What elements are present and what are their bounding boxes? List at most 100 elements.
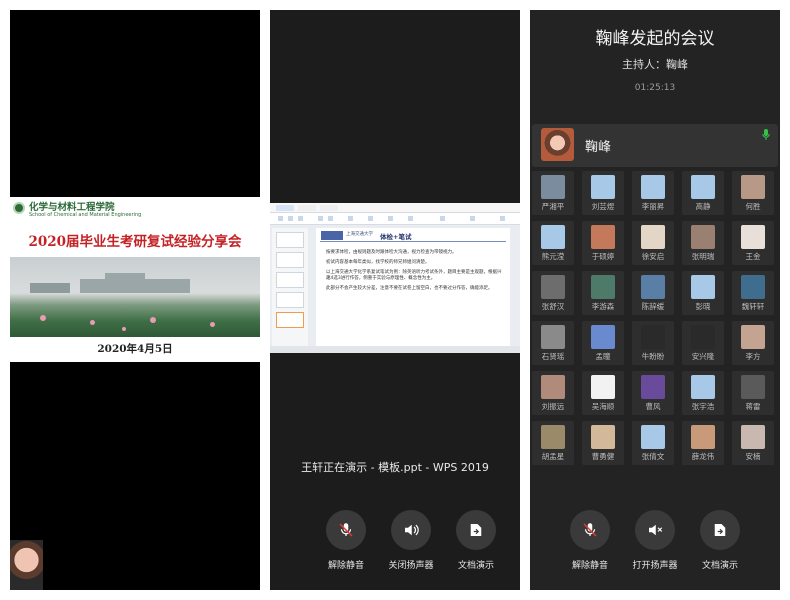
bullet-item: 按要求体检，由规则题及时跟体检大沟通，视力检查为带镜视力。 [326,250,457,255]
avatar [591,175,615,199]
participant-name: 彭晓 [695,302,711,311]
participant-tile[interactable]: 石贤瑶 [532,321,574,365]
avatar [591,425,615,449]
avatar [741,275,765,299]
speaker-icon [405,524,419,536]
speaker-on-button[interactable]: 打开扬声器 [625,510,685,571]
participant-tile[interactable]: 严湘平 [532,171,574,215]
participant-name: 高静 [695,202,711,211]
avatar [641,225,665,249]
wps-title-bar [270,203,520,213]
slide-date: 2020年4月5日 [97,343,173,355]
participant-tile[interactable]: 徐安启 [632,221,674,265]
avatar [741,225,765,249]
participant-tile[interactable]: 李游森 [582,271,624,315]
unmute-button[interactable]: 解除静音 [316,510,376,571]
avatar [541,325,565,349]
participant-tile[interactable]: 陈辞缓 [632,271,674,315]
participant-name: 王金 [745,252,761,261]
participant-tile[interactable]: 熊元滢 [532,221,574,265]
avatar [691,375,715,399]
participant-name: 徐安启 [641,252,665,261]
participant-tile[interactable]: 何胜 [732,171,774,215]
slide-thumbnails [272,228,308,350]
participant-tile[interactable]: 胡孟星 [532,421,574,465]
host-card[interactable]: 鞠峰 [532,124,778,167]
participant-tile[interactable]: 张宇浩 [682,371,724,415]
school-name-en: School of Chemical and Material Engineer… [29,212,142,218]
participant-name: 何胜 [745,202,761,211]
slide-heading: 体检+笔试 [380,233,412,241]
participant-tile[interactable]: 彭晓 [682,271,724,315]
doc-present-button[interactable]: 文档演示 [446,510,506,571]
participant-tile[interactable]: 安兴隆 [682,321,724,365]
avatar [741,325,765,349]
participant-tile[interactable]: 张舒汉 [532,271,574,315]
avatar [641,325,665,349]
school-logo-icon [13,202,25,214]
bullet-item: 初试内容基本每年类似，找学校的师兄师姐问清楚。 [326,260,430,265]
slide-title: 2020届毕业生考研复试经验分享会 [28,234,242,250]
control-bar: 解除静音 打开扬声器 文档演示 [530,510,780,580]
unmute-button[interactable]: 解除静音 [560,510,620,571]
participant-tile[interactable]: 孟瞳 [582,321,624,365]
participant-name: 胡孟星 [541,452,565,461]
doc-present-label: 文档演示 [701,561,738,571]
self-video-thumbnail[interactable] [10,540,43,590]
avatar [591,225,615,249]
participant-tile[interactable]: 李丽昇 [632,171,674,215]
university-name: 上海交通大学 [346,232,373,237]
participant-tile[interactable]: 薛龙伟 [682,421,724,465]
participant-tile[interactable]: 刘振远 [532,371,574,415]
participant-tile[interactable]: 曹勇健 [582,421,624,465]
avatar [541,128,574,161]
participant-tile[interactable]: 曹风 [632,371,674,415]
wps-ribbon [270,213,520,225]
share-doc-icon [714,524,726,536]
participant-tile[interactable]: 牛盼盼 [632,321,674,365]
participant-tile[interactable]: 张明瑞 [682,221,724,265]
avatar [641,275,665,299]
avatar [691,275,715,299]
avatar [591,275,615,299]
avatar [641,425,665,449]
participant-tile[interactable]: 高静 [682,171,724,215]
participant-name: 张明瑞 [691,252,715,261]
participant-tile[interactable]: 魏轩轩 [732,271,774,315]
slide-bullets: 按要求体检，由规则题及时跟体检大沟通，视力检查为带镜视力。 初试内容基本每年类似… [326,250,504,296]
participant-tile[interactable]: 蒋雷 [732,371,774,415]
participant-name: 张舒汉 [541,302,565,311]
bullet-item: 以上海交通大学化学系复试笔试为例：除英语听力考试条外，题目主要是主观题，根据兴趣… [326,270,502,281]
participant-name: 李方 [745,352,761,361]
participant-name: 李游森 [591,302,615,311]
speaker-off-button[interactable]: 关闭扬声器 [381,510,441,571]
participant-tile[interactable]: 安楠 [732,421,774,465]
avatar [541,375,565,399]
avatar [591,375,615,399]
participant-tile[interactable]: 吴海顺 [582,371,624,415]
doc-present-button[interactable]: 文档演示 [690,510,750,571]
avatar [741,375,765,399]
avatar [541,425,565,449]
bullet-item: 此部分不会产生较大分差，注意不要在试卷上留空白，也不要过分作答，确能添足。 [326,286,493,291]
avatar [741,175,765,199]
participant-name: 吴海顺 [591,402,615,411]
participant-tile[interactable]: 王金 [732,221,774,265]
presentation-view-panel: 上海交通大学 体检+笔试 按要求体检，由规则题及时跟体检大沟通，视力检查为带镜视… [270,10,520,590]
participant-tile[interactable]: 于硕婷 [582,221,624,265]
participant-name: 熊元滢 [541,252,565,261]
avatar [541,225,565,249]
unmute-label: 解除静音 [327,561,364,571]
participant-tile[interactable]: 张倩文 [632,421,674,465]
doc-present-label: 文档演示 [457,561,494,571]
participant-tile[interactable]: 刘芸煜 [582,171,624,215]
meeting-participants-panel: 鞠峰发起的会议 主持人：鞠峰 01:25:13 鞠峰 严湘平 刘芸煜 李丽昇 高静 何胜… [530,10,780,590]
participant-tile[interactable]: 李方 [732,321,774,365]
unmute-label: 解除静音 [571,561,608,571]
participant-name: 孟瞳 [595,352,611,361]
mic-active-icon [762,129,770,140]
mic-muted-icon [339,523,353,537]
participant-name: 李丽昇 [641,202,665,211]
avatar [691,175,715,199]
shared-screen-panel: 化学与材料工程学院 School of Chemical and Materia… [10,10,260,590]
